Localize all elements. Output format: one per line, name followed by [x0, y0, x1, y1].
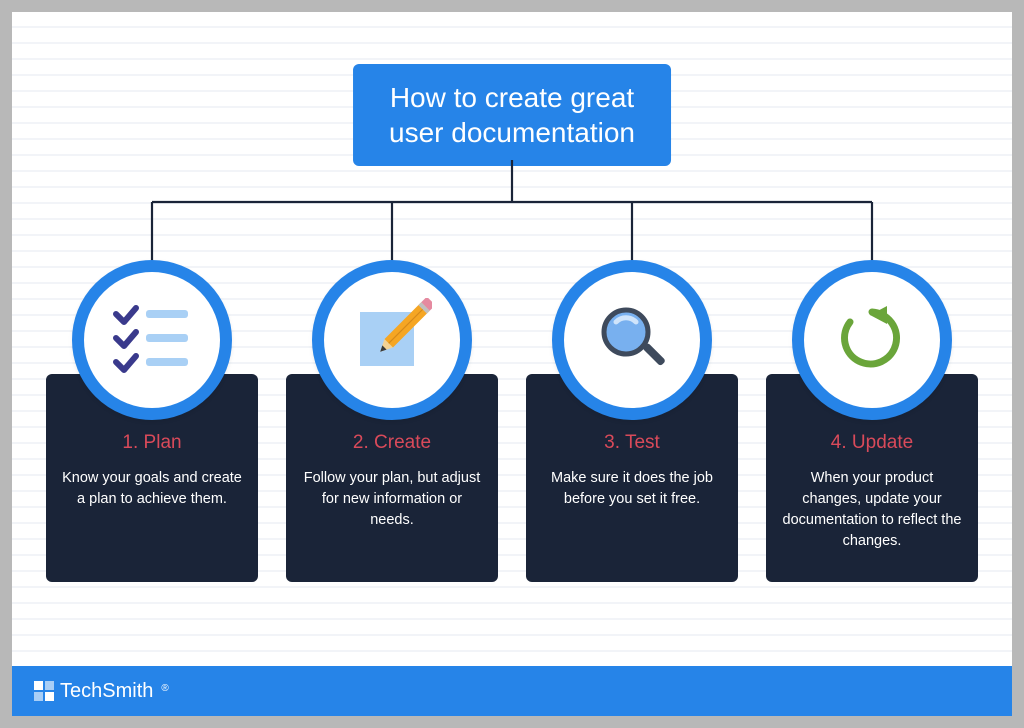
footer-bar: TechSmith ® [12, 666, 1012, 716]
step-body: Follow your plan, but adjust for new inf… [302, 468, 482, 531]
title-text: How to create greatuser documentation [389, 82, 635, 148]
magnifier-icon [592, 298, 672, 383]
step-icon-circle [312, 260, 472, 420]
brand-logo: TechSmith ® [34, 680, 169, 703]
step-icon-circle [792, 260, 952, 420]
step-body: Know your goals and create a plan to ach… [62, 468, 242, 510]
steps-row: 1. Plan Know your goals and create a pla… [12, 260, 1012, 582]
infographic-card: How to create greatuser documentation [12, 12, 1012, 716]
step-title: 4. Update [782, 432, 962, 454]
step-title: 3. Test [542, 432, 722, 454]
step-body: Make sure it does the job before you set… [542, 468, 722, 510]
step-test: 3. Test Make sure it does the job before… [526, 260, 738, 582]
step-update: 4. Update When your product changes, upd… [766, 260, 978, 582]
refresh-icon [832, 298, 912, 383]
page-title: How to create greatuser documentation [353, 64, 671, 166]
checklist-icon [112, 298, 192, 383]
registered-mark: ® [161, 683, 168, 694]
step-plan: 1. Plan Know your goals and create a pla… [46, 260, 258, 582]
step-icon-circle [552, 260, 712, 420]
brand-name: TechSmith [60, 680, 153, 703]
step-icon-circle [72, 260, 232, 420]
step-create: 2. Create Follow your plan, but adjust f… [286, 260, 498, 582]
step-title: 2. Create [302, 432, 482, 454]
step-title: 1. Plan [62, 432, 242, 454]
brand-mark-icon [34, 681, 54, 701]
content: How to create greatuser documentation [12, 12, 1012, 716]
step-body: When your product changes, update your d… [782, 468, 962, 552]
pencil-icon [352, 298, 432, 383]
